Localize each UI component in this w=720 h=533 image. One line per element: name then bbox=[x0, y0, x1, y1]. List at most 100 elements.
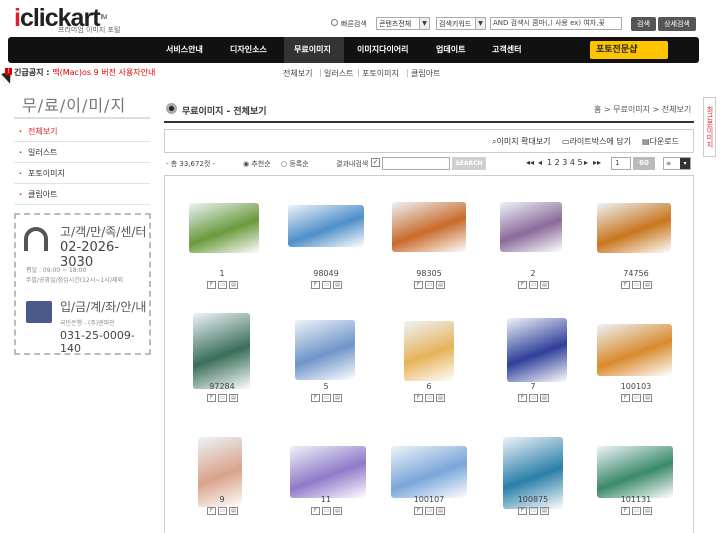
lightbox-icon[interactable]: ▭ bbox=[425, 281, 434, 289]
free-icon[interactable]: F bbox=[518, 394, 527, 402]
lightbox-icon[interactable]: ▭ bbox=[425, 394, 434, 402]
subnav-photo[interactable]: 포토이미지 bbox=[362, 68, 399, 79]
free-icon[interactable]: F bbox=[311, 507, 320, 515]
recent-images-tab[interactable]: 최근본이미지 bbox=[703, 97, 716, 157]
image-thumbnail[interactable] bbox=[597, 203, 671, 253]
result-search-input[interactable] bbox=[382, 157, 450, 170]
tool-zoom[interactable]: ⌕이미지 확대보기 bbox=[492, 136, 551, 147]
search-in-results-checkbox[interactable]: ✓ bbox=[371, 158, 380, 167]
result-search-button[interactable]: SEARCH bbox=[452, 157, 486, 170]
search-button[interactable]: 검색 bbox=[631, 17, 656, 31]
free-icon[interactable]: F bbox=[621, 394, 630, 402]
lightbox-icon[interactable]: ▭ bbox=[632, 394, 641, 402]
free-icon[interactable]: F bbox=[414, 281, 423, 289]
image-thumbnail[interactable] bbox=[392, 202, 466, 252]
free-icon[interactable]: F bbox=[311, 281, 320, 289]
pager-next-icon[interactable]: ▸ bbox=[584, 158, 588, 167]
lightbox-icon[interactable]: ▭ bbox=[218, 281, 227, 289]
free-icon[interactable]: F bbox=[518, 507, 527, 515]
free-icon[interactable]: F bbox=[207, 394, 216, 402]
free-icon[interactable]: F bbox=[311, 394, 320, 402]
lightbox-icon[interactable]: ▭ bbox=[322, 281, 331, 289]
image-thumbnail[interactable] bbox=[295, 320, 355, 380]
content-select[interactable]: 콘텐츠전체 ▼ bbox=[376, 17, 430, 30]
subnav-clipart[interactable]: 클립아트 bbox=[411, 68, 440, 79]
urgent-notice[interactable]: 긴급공지 : 맥(Mac)os 9 버전 사용자안내 bbox=[14, 67, 155, 78]
free-icon[interactable]: F bbox=[414, 394, 423, 402]
download-icon[interactable]: ▤ bbox=[540, 507, 549, 515]
download-icon[interactable]: ▤ bbox=[333, 281, 342, 289]
subnav-all[interactable]: 전체보기 bbox=[283, 68, 312, 79]
download-icon[interactable]: ▤ bbox=[229, 281, 238, 289]
free-icon[interactable]: F bbox=[207, 507, 216, 515]
lightbox-icon[interactable]: ▭ bbox=[632, 507, 641, 515]
download-icon[interactable]: ▤ bbox=[643, 394, 652, 402]
page-input[interactable]: 1 bbox=[611, 157, 631, 170]
image-thumbnail[interactable] bbox=[597, 446, 673, 498]
image-thumbnail[interactable] bbox=[189, 203, 259, 253]
detail-search-button[interactable]: 상세검색 bbox=[658, 17, 696, 31]
sort-date[interactable]: ○ 등록순 bbox=[281, 159, 309, 169]
tool-lightbox[interactable]: ▭라이트박스에 담기 bbox=[562, 136, 631, 147]
pager-prev-icon[interactable]: ◂ bbox=[538, 158, 542, 167]
lightbox-icon[interactable]: ▭ bbox=[218, 394, 227, 402]
image-thumbnail[interactable] bbox=[500, 202, 562, 252]
nav-item-image-diary[interactable]: 이미지다이어리 bbox=[357, 37, 409, 63]
lightbox-icon[interactable]: ▭ bbox=[322, 394, 331, 402]
sidebar-item-all[interactable]: 전체보기 bbox=[14, 121, 150, 142]
nav-item-service[interactable]: 서비스안내 bbox=[166, 37, 203, 63]
pager-first-icon[interactable]: ◂◂ bbox=[526, 158, 534, 167]
image-thumbnail[interactable] bbox=[290, 446, 366, 498]
image-thumbnail[interactable] bbox=[507, 318, 567, 382]
tool-download[interactable]: ▤다운로드 bbox=[642, 136, 679, 147]
search-input[interactable]: AND 검색시 콤마(,) 사용 ex) 여자,꽃 bbox=[490, 17, 622, 30]
free-icon[interactable]: F bbox=[207, 281, 216, 289]
keyword-select[interactable]: 검색키워드 ▼ bbox=[436, 17, 486, 30]
free-icon[interactable]: F bbox=[414, 507, 423, 515]
download-icon[interactable]: ▤ bbox=[643, 507, 652, 515]
download-icon[interactable]: ▤ bbox=[333, 394, 342, 402]
lightbox-icon[interactable]: ▭ bbox=[218, 507, 227, 515]
pager-last-icon[interactable]: ▸▸ bbox=[593, 158, 601, 167]
free-icon[interactable]: F bbox=[518, 281, 527, 289]
subnav-illust[interactable]: 일러스트 bbox=[324, 68, 353, 79]
image-thumbnail[interactable] bbox=[597, 324, 672, 376]
lightbox-icon[interactable]: ▭ bbox=[425, 507, 434, 515]
download-icon[interactable]: ▤ bbox=[229, 394, 238, 402]
download-icon[interactable]: ▤ bbox=[436, 394, 445, 402]
lightbox-icon[interactable]: ▭ bbox=[529, 394, 538, 402]
download-icon[interactable]: ▤ bbox=[333, 507, 342, 515]
sidebar-item-clipart[interactable]: 클립아트 bbox=[14, 184, 150, 205]
free-icon[interactable]: F bbox=[621, 281, 630, 289]
download-icon[interactable]: ▤ bbox=[643, 281, 652, 289]
download-icon[interactable]: ▤ bbox=[229, 507, 238, 515]
nav-item-free-image[interactable]: 무료이미지 bbox=[294, 37, 331, 63]
nav-item-customer-center[interactable]: 고객센터 bbox=[492, 37, 521, 63]
nav-item-update[interactable]: 업데이트 bbox=[436, 37, 465, 63]
lightbox-icon[interactable]: ▭ bbox=[529, 281, 538, 289]
sidebar-item-illust[interactable]: 일러스트 bbox=[14, 142, 150, 163]
image-thumbnail[interactable] bbox=[391, 446, 467, 498]
download-icon[interactable]: ▤ bbox=[436, 281, 445, 289]
page-title: 무료이미지 - 전체보기 bbox=[182, 107, 267, 117]
breadcrumb: 홈 > 무료이미지 > 전체보기 bbox=[594, 105, 692, 114]
lightbox-icon[interactable]: ▭ bbox=[632, 281, 641, 289]
view-select[interactable]: ≡ ▾ bbox=[663, 157, 691, 170]
chevron-down-icon: ▼ bbox=[419, 18, 429, 29]
sort-recommend[interactable]: ◉ 추천순 bbox=[243, 159, 271, 169]
logo-tm: TM bbox=[99, 15, 108, 21]
nav-item-design-source[interactable]: 디자인소스 bbox=[230, 37, 267, 63]
image-thumbnail[interactable] bbox=[288, 205, 364, 247]
image-thumbnail[interactable] bbox=[404, 321, 454, 381]
pager-pages[interactable]: 1 2 3 4 5 bbox=[547, 158, 583, 167]
download-icon[interactable]: ▤ bbox=[540, 281, 549, 289]
download-icon[interactable]: ▤ bbox=[436, 507, 445, 515]
lightbox-icon[interactable]: ▭ bbox=[322, 507, 331, 515]
photo-shop-banner[interactable]: 포토전문샵 bbox=[590, 41, 668, 59]
download-icon[interactable]: ▤ bbox=[540, 394, 549, 402]
go-button[interactable]: 60 bbox=[633, 157, 655, 170]
lightbox-icon[interactable]: ▭ bbox=[529, 507, 538, 515]
image-thumbnail[interactable] bbox=[193, 313, 250, 389]
free-icon[interactable]: F bbox=[621, 507, 630, 515]
sidebar-item-photo[interactable]: 포토이미지 bbox=[14, 163, 150, 184]
